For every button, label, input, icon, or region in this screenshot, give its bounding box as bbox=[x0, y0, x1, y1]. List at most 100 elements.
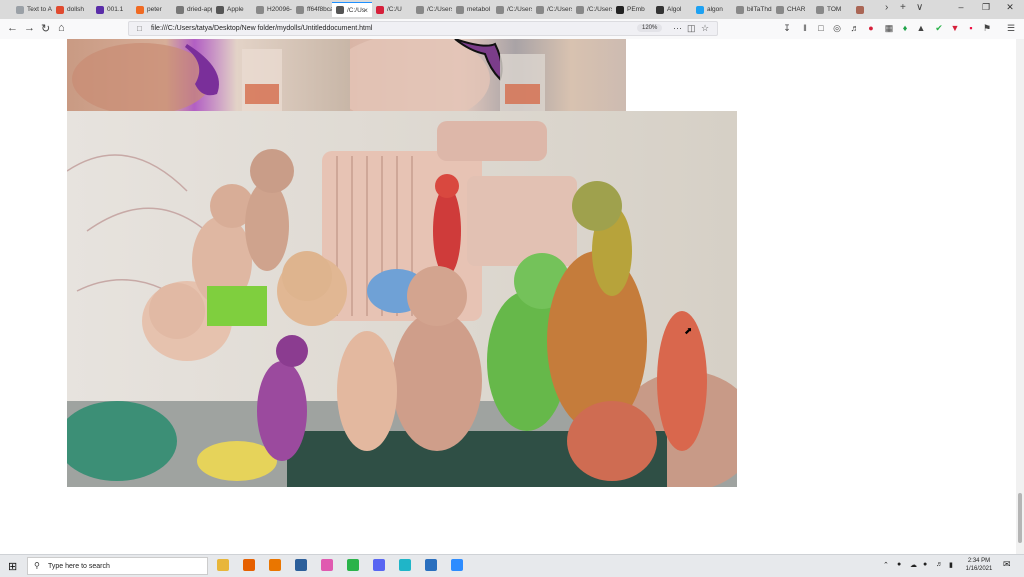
close-window-icon[interactable]: ✕ bbox=[996, 2, 1024, 13]
tab-favicon-icon bbox=[536, 5, 544, 14]
tab-favicon-icon bbox=[456, 5, 464, 14]
reload-icon[interactable]: ↻ bbox=[41, 22, 50, 35]
tab-label: CHAR bbox=[787, 6, 806, 13]
tray-mic-icon[interactable]: ● bbox=[897, 561, 901, 568]
blender-icon[interactable] bbox=[269, 559, 281, 571]
more-actions-icon[interactable]: ⋯ bbox=[673, 23, 682, 34]
page-scrollbar[interactable] bbox=[1016, 39, 1024, 554]
clock-time: 2:34 PM bbox=[967, 558, 991, 564]
windows-taskbar: ⊞ ⚲ Type here to search ⌃ ● ☁ ● ♬ ▮ 2:34… bbox=[0, 554, 1024, 577]
browser-tab[interactable]: ff64f8bca bbox=[292, 2, 332, 17]
home-icon[interactable]: ⌂ bbox=[58, 22, 65, 34]
sublime-icon[interactable] bbox=[295, 559, 307, 571]
browser-tab[interactable]: CHAR bbox=[772, 2, 812, 17]
forward-icon[interactable]: → bbox=[24, 22, 35, 34]
extension-speaker-icon[interactable]: ▪ bbox=[966, 23, 976, 33]
tray-volume-icon[interactable]: ♬ bbox=[936, 561, 943, 568]
browser-tab[interactable]: dried-app bbox=[172, 2, 212, 17]
minimize-icon[interactable]: – bbox=[947, 2, 975, 12]
sidebar-icon[interactable]: □ bbox=[816, 23, 826, 33]
tab-favicon-icon bbox=[576, 5, 584, 14]
tray-cloud-icon[interactable]: ☁ bbox=[910, 561, 917, 569]
tray-network-icon[interactable]: ● bbox=[923, 561, 927, 568]
tab-label: Apple bbox=[227, 6, 244, 13]
app-discord-icon[interactable] bbox=[373, 559, 385, 571]
scrollbar-thumb[interactable] bbox=[1018, 493, 1022, 543]
bookmark-star-icon[interactable]: ☆ bbox=[701, 23, 709, 34]
page-info-icon[interactable]: □ bbox=[137, 24, 142, 33]
sound-icon[interactable]: ♬ bbox=[850, 23, 860, 33]
browser-tab[interactable]: Text to AS bbox=[12, 2, 52, 17]
browser-tab[interactable]: /C:/Us × bbox=[332, 2, 372, 17]
tab-label: dollsh bbox=[67, 6, 84, 13]
tray-chevron-icon[interactable]: ⌃ bbox=[883, 561, 889, 569]
extension-shield-icon[interactable]: ▲ bbox=[916, 23, 926, 33]
browser-tab[interactable]: /C:/Users bbox=[492, 2, 532, 17]
file-explorer-icon[interactable] bbox=[217, 559, 229, 571]
browser-tab[interactable]: Apple bbox=[212, 2, 252, 17]
browser-tab[interactable]: algon bbox=[692, 2, 732, 17]
taskbar-clock[interactable]: 2:34 PM 1/16/2021 bbox=[962, 557, 996, 573]
pocket-icon[interactable]: ◫ bbox=[687, 23, 696, 34]
tab-favicon-icon bbox=[136, 5, 144, 14]
downloads-icon[interactable]: ↧ bbox=[782, 23, 792, 33]
menu-icon[interactable]: ☰ bbox=[1006, 23, 1016, 33]
tab-label: Algol bbox=[667, 6, 682, 13]
taskbar-search[interactable]: ⚲ Type here to search bbox=[27, 557, 208, 575]
zoom-icon[interactable] bbox=[451, 559, 463, 571]
back-icon[interactable]: ← bbox=[7, 22, 18, 34]
browser-tab[interactable]: metabol bbox=[452, 2, 492, 17]
photos-icon[interactable] bbox=[425, 559, 437, 571]
tab-label: H20096-1 bbox=[267, 6, 292, 13]
extension-green-icon[interactable]: ♦ bbox=[900, 23, 910, 33]
app-green-icon[interactable] bbox=[347, 559, 359, 571]
tab-favicon-icon bbox=[856, 5, 864, 14]
tab-list-icon[interactable]: ∨ bbox=[916, 2, 923, 13]
url-text[interactable]: file:///C:/Users/tatya/Desktop/New folde… bbox=[151, 25, 372, 32]
tab-label: Text to AS bbox=[27, 6, 52, 13]
reader-icon[interactable]: ◎ bbox=[832, 23, 842, 33]
zoom-badge[interactable]: 120% bbox=[637, 24, 663, 32]
tray-battery-icon[interactable]: ▮ bbox=[949, 561, 953, 569]
tab-favicon-icon bbox=[416, 5, 424, 14]
address-bar[interactable]: □ file:///C:/Users/tatya/Desktop/New fol… bbox=[128, 21, 718, 36]
notifications-icon[interactable]: ✉ bbox=[1003, 559, 1011, 570]
tab-favicon-icon bbox=[776, 5, 784, 14]
tab-favicon-icon bbox=[16, 5, 24, 14]
app-cyan-icon[interactable] bbox=[399, 559, 411, 571]
search-placeholder[interactable]: Type here to search bbox=[48, 563, 110, 570]
tab-label: /C:/Users bbox=[547, 6, 572, 13]
extension-vpn-icon[interactable]: ▼ bbox=[950, 23, 960, 33]
extension-grid-icon[interactable]: ▦ bbox=[884, 23, 894, 33]
library-icon[interactable]: ‖ bbox=[800, 23, 810, 33]
tab-close-icon[interactable]: × bbox=[363, 6, 368, 15]
tab-label: metabol bbox=[467, 6, 491, 13]
tab-favicon-icon bbox=[376, 5, 384, 14]
browser-tab[interactable]: /C:/Users bbox=[572, 2, 612, 17]
tab-favicon-icon bbox=[736, 5, 744, 14]
tab-label: 001.1 bbox=[107, 6, 124, 13]
browser-tab[interactable]: bilTaThday bbox=[732, 2, 772, 17]
tab-favicon-icon bbox=[656, 5, 664, 14]
windows-start-icon[interactable]: ⊞ bbox=[8, 560, 17, 573]
browser-tab[interactable]: /C:/Users bbox=[412, 2, 452, 17]
browser-tab[interactable]: dollsh bbox=[52, 2, 92, 17]
app-pink-icon[interactable] bbox=[321, 559, 333, 571]
browser-tab[interactable]: /C:/U bbox=[372, 2, 412, 17]
firefox-icon[interactable] bbox=[243, 559, 255, 571]
new-tab-icon[interactable]: + bbox=[900, 2, 906, 13]
browser-tab[interactable]: /C:/Users bbox=[532, 2, 572, 17]
tab-favicon-icon bbox=[496, 5, 504, 14]
browser-tab[interactable]: H20096-1 bbox=[252, 2, 292, 17]
extension-flag-icon[interactable]: ⚑ bbox=[982, 23, 992, 33]
tab-scroll-right-icon[interactable]: › bbox=[885, 2, 888, 13]
browser-tab[interactable]: PEmb bbox=[612, 2, 652, 17]
browser-tab[interactable]: Algol bbox=[652, 2, 692, 17]
browser-tab[interactable]: peter bbox=[132, 2, 172, 17]
tab-favicon-icon bbox=[96, 5, 104, 14]
extension-check-icon[interactable]: ✔ bbox=[934, 23, 944, 33]
browser-tab[interactable]: TOM bbox=[812, 2, 852, 17]
extension-red-icon[interactable]: ● bbox=[866, 23, 876, 33]
browser-tab[interactable]: 001.1 bbox=[92, 2, 132, 17]
tab-label: bilTaThday bbox=[747, 6, 772, 13]
